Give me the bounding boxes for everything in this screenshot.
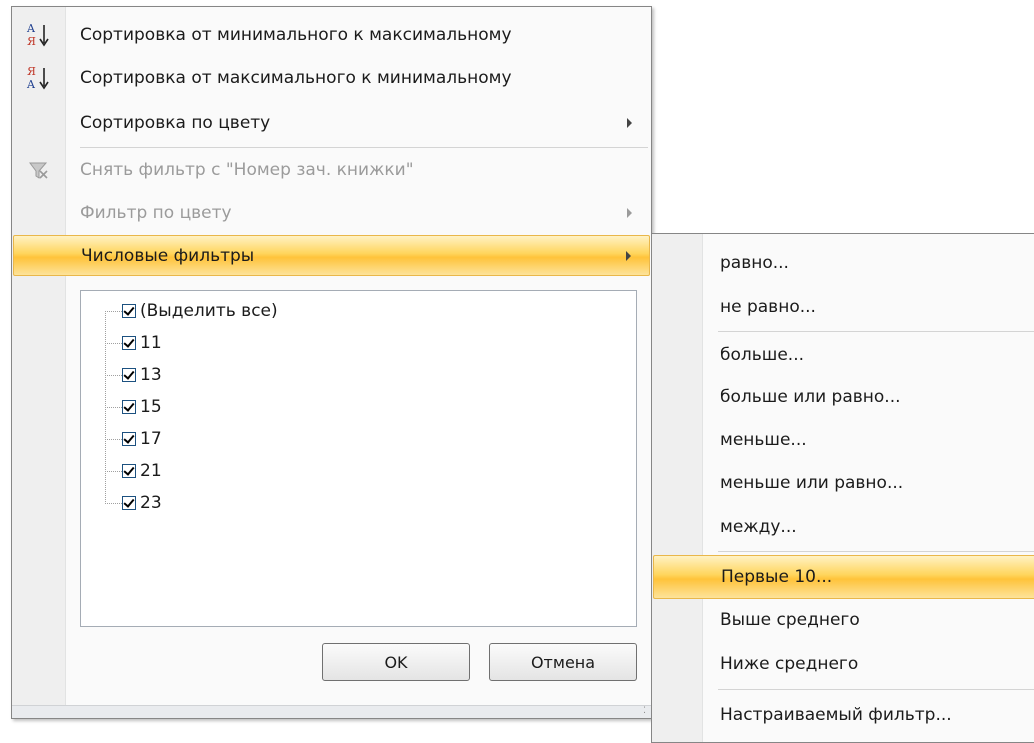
menu-item-label: Ниже среднего <box>720 654 859 674</box>
filter-above-average-item[interactable]: Выше среднего <box>653 598 1034 642</box>
clear-filter-label: Снять фильтр с "Номер зач. книжки" <box>80 159 414 180</box>
checklist-item[interactable]: 11 <box>105 331 162 355</box>
menu-item-label: меньше или равно... <box>720 473 904 493</box>
sort-by-color-item[interactable]: Сортировка по цвету <box>13 102 650 143</box>
submenu-arrow-icon <box>627 117 632 128</box>
number-filters-submenu: равно... не равно... больше... больше ил… <box>651 233 1034 743</box>
custom-filter-item[interactable]: Настраиваемый фильтр... <box>653 693 1034 737</box>
menu-item-label: Настраиваемый фильтр... <box>720 705 952 725</box>
checkbox-checked[interactable] <box>122 368 136 382</box>
checklist-label: 15 <box>140 397 162 417</box>
menu-item-label: больше... <box>720 345 804 365</box>
resize-grip-icon: ⁚ <box>643 706 647 716</box>
number-filters-item[interactable]: Числовые фильтры <box>13 235 650 276</box>
checkbox-checked[interactable] <box>122 304 136 318</box>
checklist-label: (Выделить все) <box>140 301 278 321</box>
filter-less-or-equal-item[interactable]: меньше или равно... <box>653 461 1034 505</box>
menu-separator <box>718 551 1034 552</box>
filter-greater-or-equal-item[interactable]: больше или равно... <box>653 375 1034 419</box>
checklist-item[interactable]: 23 <box>105 491 162 515</box>
menu-item-label: между... <box>720 517 797 537</box>
checkbox-checked[interactable] <box>122 400 136 414</box>
sort-by-color-label: Сортировка по цвету <box>80 112 271 133</box>
checklist-item[interactable]: 17 <box>105 427 162 451</box>
filter-equals-item[interactable]: равно... <box>653 241 1034 285</box>
filter-below-average-item[interactable]: Ниже среднего <box>653 642 1034 686</box>
menu-item-label: не равно... <box>720 297 816 317</box>
menu-separator <box>80 147 648 148</box>
menu-separator <box>718 689 1034 690</box>
autofilter-menu: A Я Сортировка от минимального к максима… <box>11 6 652 719</box>
filter-greater-item[interactable]: больше... <box>653 333 1034 377</box>
sort-ascending-item[interactable]: A Я Сортировка от минимального к максима… <box>13 14 650 55</box>
svg-text:A: A <box>26 22 36 35</box>
filter-less-item[interactable]: меньше... <box>653 418 1034 462</box>
filter-between-item[interactable]: между... <box>653 505 1034 549</box>
checkbox-checked[interactable] <box>122 496 136 510</box>
filter-not-equals-item[interactable]: не равно... <box>653 285 1034 329</box>
values-checklist[interactable]: (Выделить все) 11 13 15 17 21 23 <box>80 290 637 627</box>
svg-text:Я: Я <box>27 35 36 48</box>
checklist-label: 17 <box>140 429 162 449</box>
svg-text:A: A <box>26 78 36 91</box>
ok-button[interactable]: OK <box>322 643 470 681</box>
number-filters-label: Числовые фильтры <box>81 245 255 266</box>
sort-ascending-icon: A Я <box>23 20 53 50</box>
menu-separator <box>718 331 1034 332</box>
sort-descending-label: Сортировка от максимального к минимально… <box>80 67 512 88</box>
checklist-item-select-all[interactable]: (Выделить все) <box>105 299 278 323</box>
sort-descending-icon: Я A <box>23 63 53 93</box>
menu-item-label: больше или равно... <box>720 387 901 407</box>
menu-item-label: равно... <box>720 253 789 273</box>
menu-item-label: Выше среднего <box>720 610 860 630</box>
clear-filter-icon <box>23 155 53 185</box>
cancel-button[interactable]: Отмена <box>489 643 637 681</box>
svg-text:Я: Я <box>27 65 36 78</box>
menu-item-label: меньше... <box>720 430 807 450</box>
menu-item-label: Первые 10... <box>721 567 833 587</box>
checklist-item[interactable]: 13 <box>105 363 162 387</box>
checklist-label: 21 <box>140 461 162 481</box>
filter-by-color-item: Фильтр по цвету <box>13 192 650 233</box>
submenu-arrow-icon <box>626 250 631 261</box>
sort-descending-item[interactable]: Я A Сортировка от максимального к минима… <box>13 57 650 98</box>
clear-filter-item: Снять фильтр с "Номер зач. книжки" <box>13 149 650 190</box>
checkbox-checked[interactable] <box>122 464 136 478</box>
filter-top-10-item[interactable]: Первые 10... <box>653 555 1034 599</box>
resize-grip[interactable]: ⁚ <box>12 705 651 718</box>
submenu-arrow-icon <box>627 207 632 218</box>
checklist-item[interactable]: 21 <box>105 459 162 483</box>
checkbox-checked[interactable] <box>122 336 136 350</box>
sort-ascending-label: Сортировка от минимального к максимально… <box>80 24 512 45</box>
checklist-item[interactable]: 15 <box>105 395 162 419</box>
checkbox-checked[interactable] <box>122 432 136 446</box>
checklist-label: 11 <box>140 333 162 353</box>
filter-by-color-label: Фильтр по цвету <box>80 202 232 223</box>
checklist-label: 23 <box>140 493 162 513</box>
checklist-label: 13 <box>140 365 162 385</box>
